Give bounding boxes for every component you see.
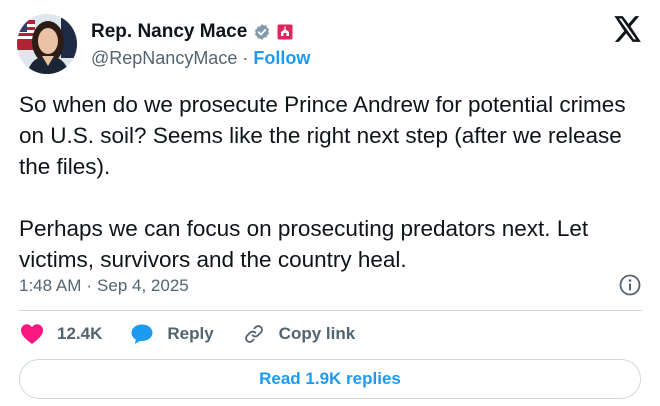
tweet-paragraph: Perhaps we can focus on prosecuting pred…	[19, 216, 589, 272]
tweet-paragraph: So when do we prosecute Prince Andrew fo…	[19, 92, 626, 179]
author-name-row: Rep. Nancy Mace	[91, 20, 293, 44]
timestamp-separator: ·	[86, 276, 93, 295]
avatar[interactable]	[17, 14, 77, 74]
tweet-timestamp[interactable]: 1:48 AM · Sep 4, 2025	[19, 274, 189, 298]
author-handle[interactable]: @RepNancyMace	[91, 48, 237, 69]
verified-badge-icon	[253, 23, 271, 41]
avatar-image	[17, 14, 77, 74]
like-count: 12.4K	[57, 324, 103, 343]
handle-separator: ·	[242, 47, 249, 68]
tweet-date: Sep 4, 2025	[97, 276, 189, 295]
author-handle-row: @RepNancyMace · Follow	[91, 47, 310, 69]
tweet-actions: 12.4K Reply Copy link	[20, 320, 383, 348]
x-logo-icon[interactable]	[614, 16, 642, 42]
link-icon	[242, 322, 266, 346]
author-display-name[interactable]: Rep. Nancy Mace	[91, 21, 247, 43]
copy-link-button[interactable]: Copy link	[242, 322, 356, 346]
read-replies-button[interactable]: Read 1.9K replies	[19, 359, 641, 399]
reply-bubble-icon	[130, 322, 154, 346]
copy-link-label: Copy link	[278, 324, 356, 343]
info-icon[interactable]	[618, 273, 642, 297]
like-button[interactable]: 12.4K	[20, 322, 102, 346]
follow-button[interactable]: Follow	[253, 48, 310, 69]
government-affiliation-icon	[277, 24, 293, 40]
reply-label: Reply	[167, 324, 214, 343]
reply-button[interactable]: Reply	[130, 322, 214, 346]
tweet-text: So when do we prosecute Prince Andrew fo…	[19, 89, 641, 275]
heart-icon	[20, 322, 44, 346]
tweet-time: 1:48 AM	[19, 276, 82, 295]
divider	[19, 310, 642, 311]
